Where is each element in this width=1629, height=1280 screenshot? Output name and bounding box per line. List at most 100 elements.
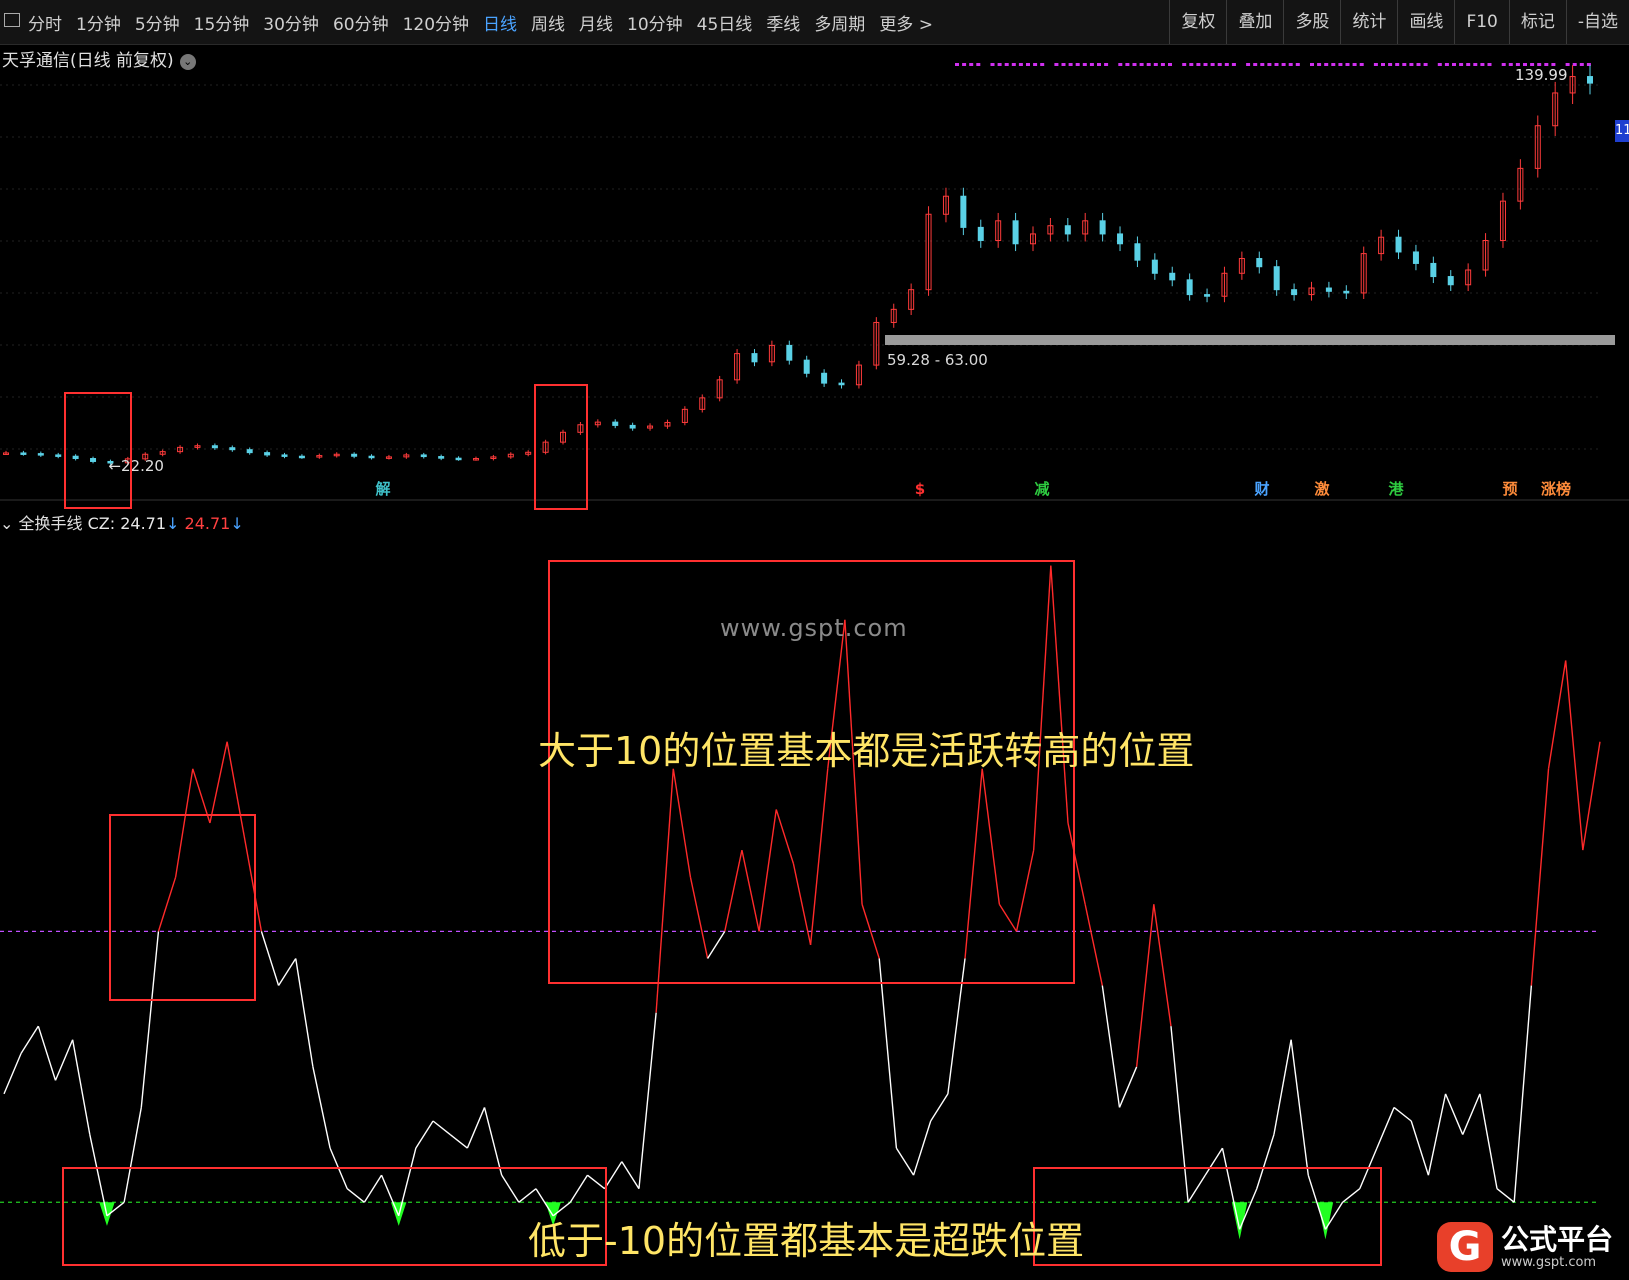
indicator-segment-64 <box>1084 904 1104 986</box>
candle-body-67 <box>1169 272 1176 281</box>
indicator-segment-67 <box>1135 904 1155 1067</box>
indicator-segment-17 <box>277 958 297 986</box>
signal-dot-57 <box>1359 63 1364 66</box>
indicator-segment-40 <box>672 768 692 878</box>
signal-dot-88 <box>1579 63 1584 66</box>
indicator-segment-70 <box>1187 1174 1206 1203</box>
indicator-segment-83 <box>1410 1120 1430 1176</box>
candle-body-72 <box>1256 258 1263 268</box>
indicator-segment-81 <box>1376 1107 1395 1149</box>
indicator-segment-76 <box>1290 1039 1309 1176</box>
signal-dot-77 <box>1501 63 1506 66</box>
low-price-label: ←22.20 <box>108 457 164 475</box>
signal-dot-63 <box>1402 63 1407 66</box>
indicator-segment-47 <box>792 863 812 946</box>
annotation-high: 大于10的位置基本都是活跃转高的位置 <box>538 729 1195 773</box>
indicator-segment-27 <box>449 1133 468 1149</box>
candle-body-15 <box>264 452 271 456</box>
event-badge-5: 港 <box>1388 480 1404 498</box>
candle-body-48 <box>838 382 845 386</box>
indicator-title[interactable]: ⌄ 全换手线 CZ: 24.71↓ 24.71↓ <box>0 510 244 534</box>
candle-body-20 <box>351 453 358 457</box>
candle-body-80 <box>1395 236 1402 253</box>
indicator-segment-57 <box>964 768 983 959</box>
signal-dot-25 <box>1132 63 1137 66</box>
signal-dot-78 <box>1508 63 1513 66</box>
signal-dot-17 <box>1075 63 1080 66</box>
indicator-segment-74 <box>1256 1134 1275 1189</box>
candle-body-58 <box>1012 220 1019 245</box>
signal-dot-32 <box>1182 63 1187 66</box>
signal-dot-26 <box>1139 63 1144 66</box>
indicator-segment-82 <box>1393 1106 1412 1122</box>
signal-dot-11 <box>1033 63 1038 66</box>
event-badge-2: 减 <box>1034 480 1049 498</box>
candle-body-63 <box>1099 220 1106 235</box>
candle-body-61 <box>1064 225 1071 235</box>
brand-logo: G 公式平台 www.gspt.com <box>1436 1222 1613 1272</box>
signal-dot-69 <box>1444 63 1449 66</box>
indicator-segment-28 <box>466 1107 486 1149</box>
candle-body-46 <box>803 359 810 374</box>
signal-dot-52 <box>1324 63 1329 66</box>
event-badge-7: 涨榜 <box>1541 480 1571 498</box>
indicator-segment-91 <box>1547 660 1567 769</box>
indicator-segment-92 <box>1564 660 1584 851</box>
indicator-segment-75 <box>1273 1039 1292 1135</box>
signal-dot-27 <box>1146 63 1151 66</box>
signal-dot-51 <box>1317 63 1322 66</box>
signal-dot-56 <box>1352 63 1357 66</box>
indicator-segment-13 <box>209 741 228 824</box>
signal-dot-0 <box>955 63 959 66</box>
signal-dot-71 <box>1459 63 1464 66</box>
signal-dot-34 <box>1196 63 1201 66</box>
indicator-segment-61 <box>1032 565 1052 851</box>
indicator-segment-5 <box>71 1039 91 1135</box>
indicator-segment-18 <box>295 958 314 1067</box>
signal-dot-41 <box>1246 63 1251 66</box>
indicator-segment-88 <box>1496 1188 1515 1203</box>
candle-body-12 <box>211 445 218 449</box>
signal-dot-39 <box>1231 63 1236 66</box>
indicator-segment-90 <box>1530 768 1550 986</box>
signal-dot-44 <box>1267 63 1272 66</box>
candle-body-81 <box>1412 251 1419 264</box>
down-arrow-icon: ↓ <box>230 514 244 533</box>
signal-dot-9 <box>1018 63 1023 66</box>
signal-dot-35 <box>1203 63 1208 66</box>
indicator-segment-60 <box>1015 849 1035 932</box>
indicator-segment-6 <box>89 1134 108 1216</box>
signal-dot-73 <box>1473 63 1478 66</box>
indicator-segment-2 <box>20 1025 39 1054</box>
signal-dot-55 <box>1345 63 1350 66</box>
candle-body-64 <box>1117 233 1124 245</box>
indicator-segment-19 <box>312 1066 331 1149</box>
indicator-secondary-value: 24.71 <box>184 514 231 533</box>
candle-body-16 <box>281 454 288 457</box>
signal-dot-36 <box>1210 63 1215 66</box>
indicator-segment-59 <box>998 903 1018 932</box>
candle-body-45 <box>786 344 793 361</box>
candle-body-25 <box>438 456 445 459</box>
indicator-segment-37 <box>621 1161 640 1190</box>
signal-dot-29 <box>1160 63 1165 66</box>
signal-dot-10 <box>1026 63 1030 66</box>
indicator-segment-41 <box>689 877 709 959</box>
candle-body-2 <box>37 453 44 456</box>
signal-dot-61 <box>1388 63 1393 66</box>
signal-dot-87 <box>1572 63 1577 66</box>
indicator-segment-63 <box>1067 822 1086 905</box>
indicator-collapse-icon[interactable]: ⌄ <box>0 514 13 533</box>
candle-body-1 <box>20 452 27 455</box>
candle-body-76 <box>1325 287 1332 292</box>
indicator-segment-53 <box>895 1147 915 1176</box>
candle-body-13 <box>229 447 236 451</box>
indicator-segment-31 <box>518 1188 537 1203</box>
signal-dot-14 <box>1054 63 1059 66</box>
candle-body-4 <box>72 455 79 460</box>
candle-body-91 <box>1587 76 1593 84</box>
indicator-segment-48 <box>809 768 829 945</box>
candle-body-73 <box>1273 266 1280 291</box>
signal-dot-75 <box>1487 63 1492 66</box>
candle-body-56 <box>977 226 984 241</box>
